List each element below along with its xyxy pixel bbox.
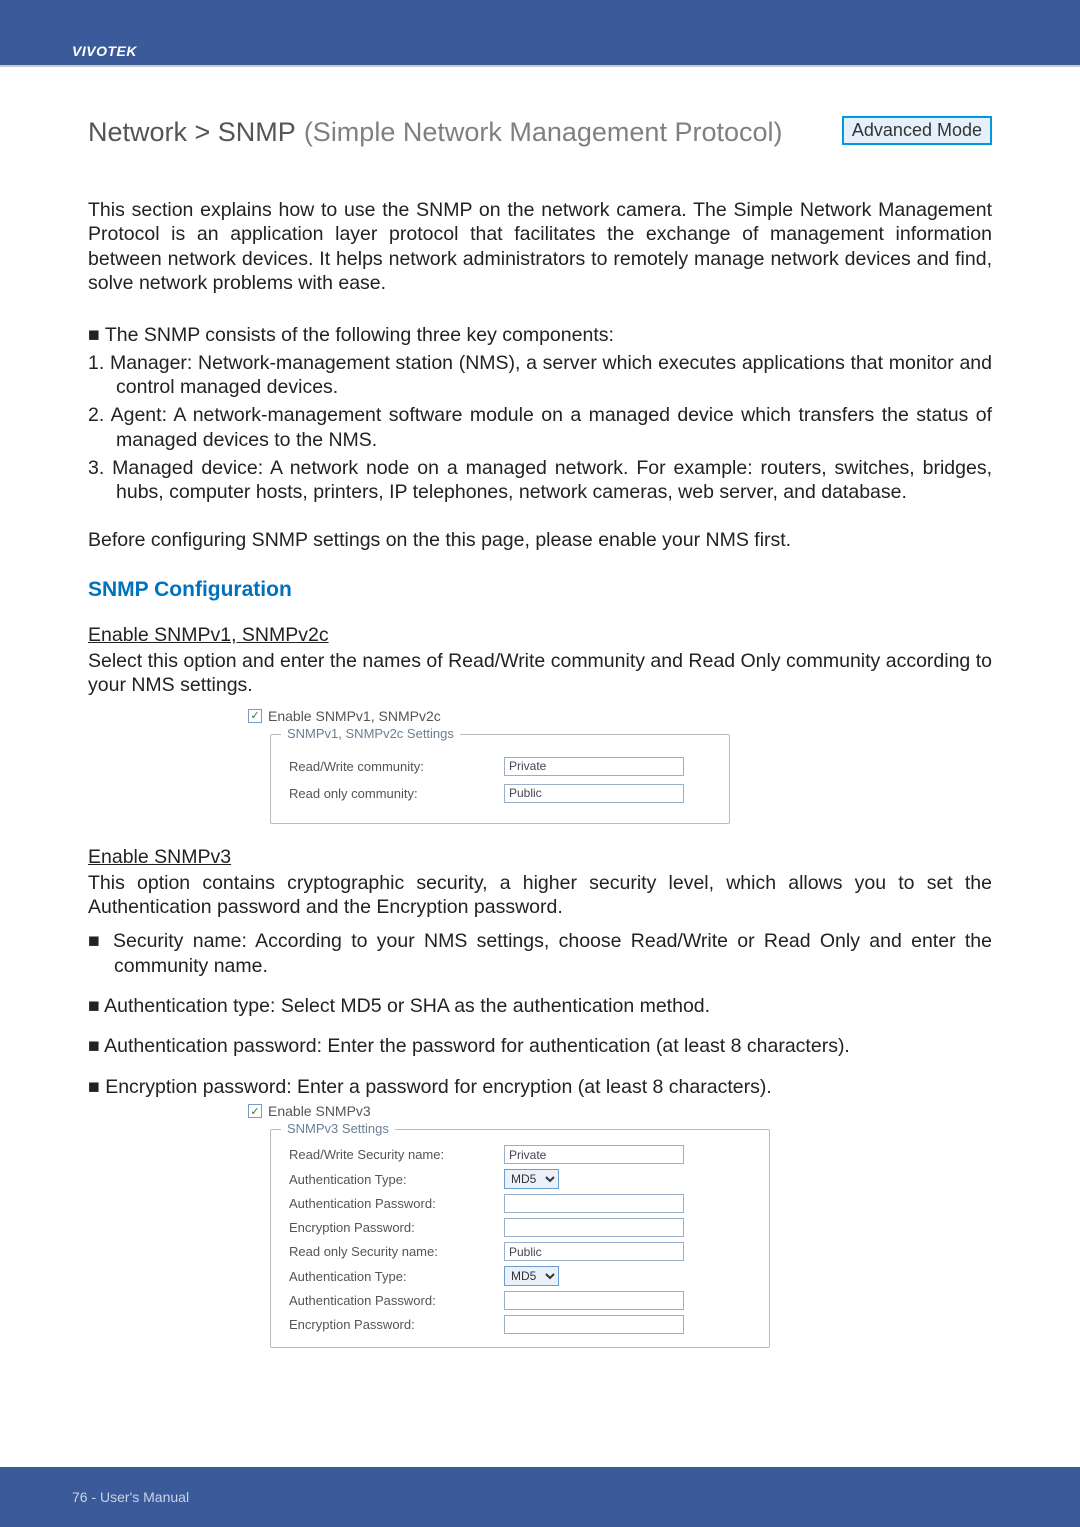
snmp-config-heading: SNMP Configuration bbox=[88, 578, 992, 602]
checkbox-icon[interactable]: ✓ bbox=[248, 709, 262, 723]
component-1: 1. Manager: Network-management station (… bbox=[88, 351, 992, 400]
ro-community-input[interactable] bbox=[504, 784, 684, 803]
header-bar: VIVOTEK bbox=[0, 0, 1080, 65]
auth-type-label-2: Authentication Type: bbox=[289, 1269, 494, 1284]
ro-community-row: Read only community: bbox=[289, 784, 711, 803]
rw-security-row: Read/Write Security name: bbox=[289, 1145, 751, 1164]
advanced-mode-badge: Advanced Mode bbox=[842, 116, 992, 145]
component-3: 3. Managed device: A network node on a m… bbox=[88, 456, 992, 505]
intro-paragraph: This section explains how to use the SNM… bbox=[88, 198, 992, 296]
enc-pw-label-2: Encryption Password: bbox=[289, 1317, 494, 1332]
v3-legend: SNMPv3 Settings bbox=[281, 1121, 395, 1136]
auth-pw-input-2[interactable] bbox=[504, 1291, 684, 1310]
v3-checkbox-label: Enable SNMPv3 bbox=[268, 1103, 371, 1119]
v1v2c-checkbox-label: Enable SNMPv1, SNMPv2c bbox=[268, 708, 441, 724]
auth-pw-row-1: Authentication Password: bbox=[289, 1194, 751, 1213]
auth-pw-input-1[interactable] bbox=[504, 1194, 684, 1213]
page-title: Network > SNMP (Simple Network Managemen… bbox=[88, 117, 783, 148]
v1v2c-settings: ✓ Enable SNMPv1, SNMPv2c SNMPv1, SNMPv2c… bbox=[248, 708, 992, 824]
auth-type-row-2: Authentication Type: MD5 bbox=[289, 1266, 751, 1286]
v1v2c-legend: SNMPv1, SNMPv2c Settings bbox=[281, 726, 460, 741]
v3-bullet-security-name: ■ Security name: According to your NMS s… bbox=[88, 929, 992, 978]
rw-security-input[interactable] bbox=[504, 1145, 684, 1164]
v1v2c-paragraph: Select this option and enter the names o… bbox=[88, 649, 992, 698]
auth-type-row-1: Authentication Type: MD5 bbox=[289, 1169, 751, 1189]
component-2: 2. Agent: A network-management software … bbox=[88, 403, 992, 452]
before-config-note: Before configuring SNMP settings on the … bbox=[88, 529, 992, 552]
enc-pw-input-1[interactable] bbox=[504, 1218, 684, 1237]
v3-bullet-auth-password: ■ Authentication password: Enter the pas… bbox=[88, 1034, 992, 1058]
ro-community-label: Read only community: bbox=[289, 786, 494, 801]
enc-pw-input-2[interactable] bbox=[504, 1315, 684, 1334]
ro-security-row: Read only Security name: bbox=[289, 1242, 751, 1261]
rw-community-label: Read/Write community: bbox=[289, 759, 494, 774]
auth-pw-row-2: Authentication Password: bbox=[289, 1291, 751, 1310]
v1v2c-heading: Enable SNMPv1, SNMPv2c bbox=[88, 624, 992, 647]
rw-community-input[interactable] bbox=[504, 757, 684, 776]
auth-type-select-1[interactable]: MD5 bbox=[504, 1169, 559, 1189]
ro-security-input[interactable] bbox=[504, 1242, 684, 1261]
enc-pw-label-1: Encryption Password: bbox=[289, 1220, 494, 1235]
checkbox-icon[interactable]: ✓ bbox=[248, 1104, 262, 1118]
v3-fieldset: SNMPv3 Settings Read/Write Security name… bbox=[270, 1129, 770, 1348]
title-row: Network > SNMP (Simple Network Managemen… bbox=[88, 117, 992, 148]
v3-enable-row: ✓ Enable SNMPv3 bbox=[248, 1103, 992, 1119]
auth-pw-label-1: Authentication Password: bbox=[289, 1196, 494, 1211]
rw-community-row: Read/Write community: bbox=[289, 757, 711, 776]
components-lead: ■ The SNMP consists of the following thr… bbox=[88, 324, 992, 347]
title-prefix: Network > SNMP bbox=[88, 117, 296, 148]
title-suffix: (Simple Network Management Protocol) bbox=[304, 117, 783, 148]
v3-settings: ✓ Enable SNMPv3 SNMPv3 Settings Read/Wri… bbox=[248, 1103, 992, 1348]
footer-text: 76 - User's Manual bbox=[72, 1489, 189, 1505]
brand-logo: VIVOTEK bbox=[72, 43, 137, 59]
enc-pw-row-2: Encryption Password: bbox=[289, 1315, 751, 1334]
v3-paragraph: This option contains cryptographic secur… bbox=[88, 871, 992, 920]
v3-heading: Enable SNMPv3 bbox=[88, 846, 992, 869]
v1v2c-enable-row: ✓ Enable SNMPv1, SNMPv2c bbox=[248, 708, 992, 724]
auth-type-select-2[interactable]: MD5 bbox=[504, 1266, 559, 1286]
enc-pw-row-1: Encryption Password: bbox=[289, 1218, 751, 1237]
v3-bullet-auth-type: ■ Authentication type: Select MD5 or SHA… bbox=[88, 994, 992, 1018]
footer-bar: 76 - User's Manual bbox=[0, 1467, 1080, 1527]
v1v2c-fieldset: SNMPv1, SNMPv2c Settings Read/Write comm… bbox=[270, 734, 730, 824]
rw-security-label: Read/Write Security name: bbox=[289, 1147, 494, 1162]
auth-pw-label-2: Authentication Password: bbox=[289, 1293, 494, 1308]
v3-bullet-enc-password: ■ Encryption password: Enter a password … bbox=[88, 1075, 992, 1099]
page-content: Network > SNMP (Simple Network Managemen… bbox=[0, 67, 1080, 1348]
ro-security-label: Read only Security name: bbox=[289, 1244, 494, 1259]
auth-type-label-1: Authentication Type: bbox=[289, 1172, 494, 1187]
